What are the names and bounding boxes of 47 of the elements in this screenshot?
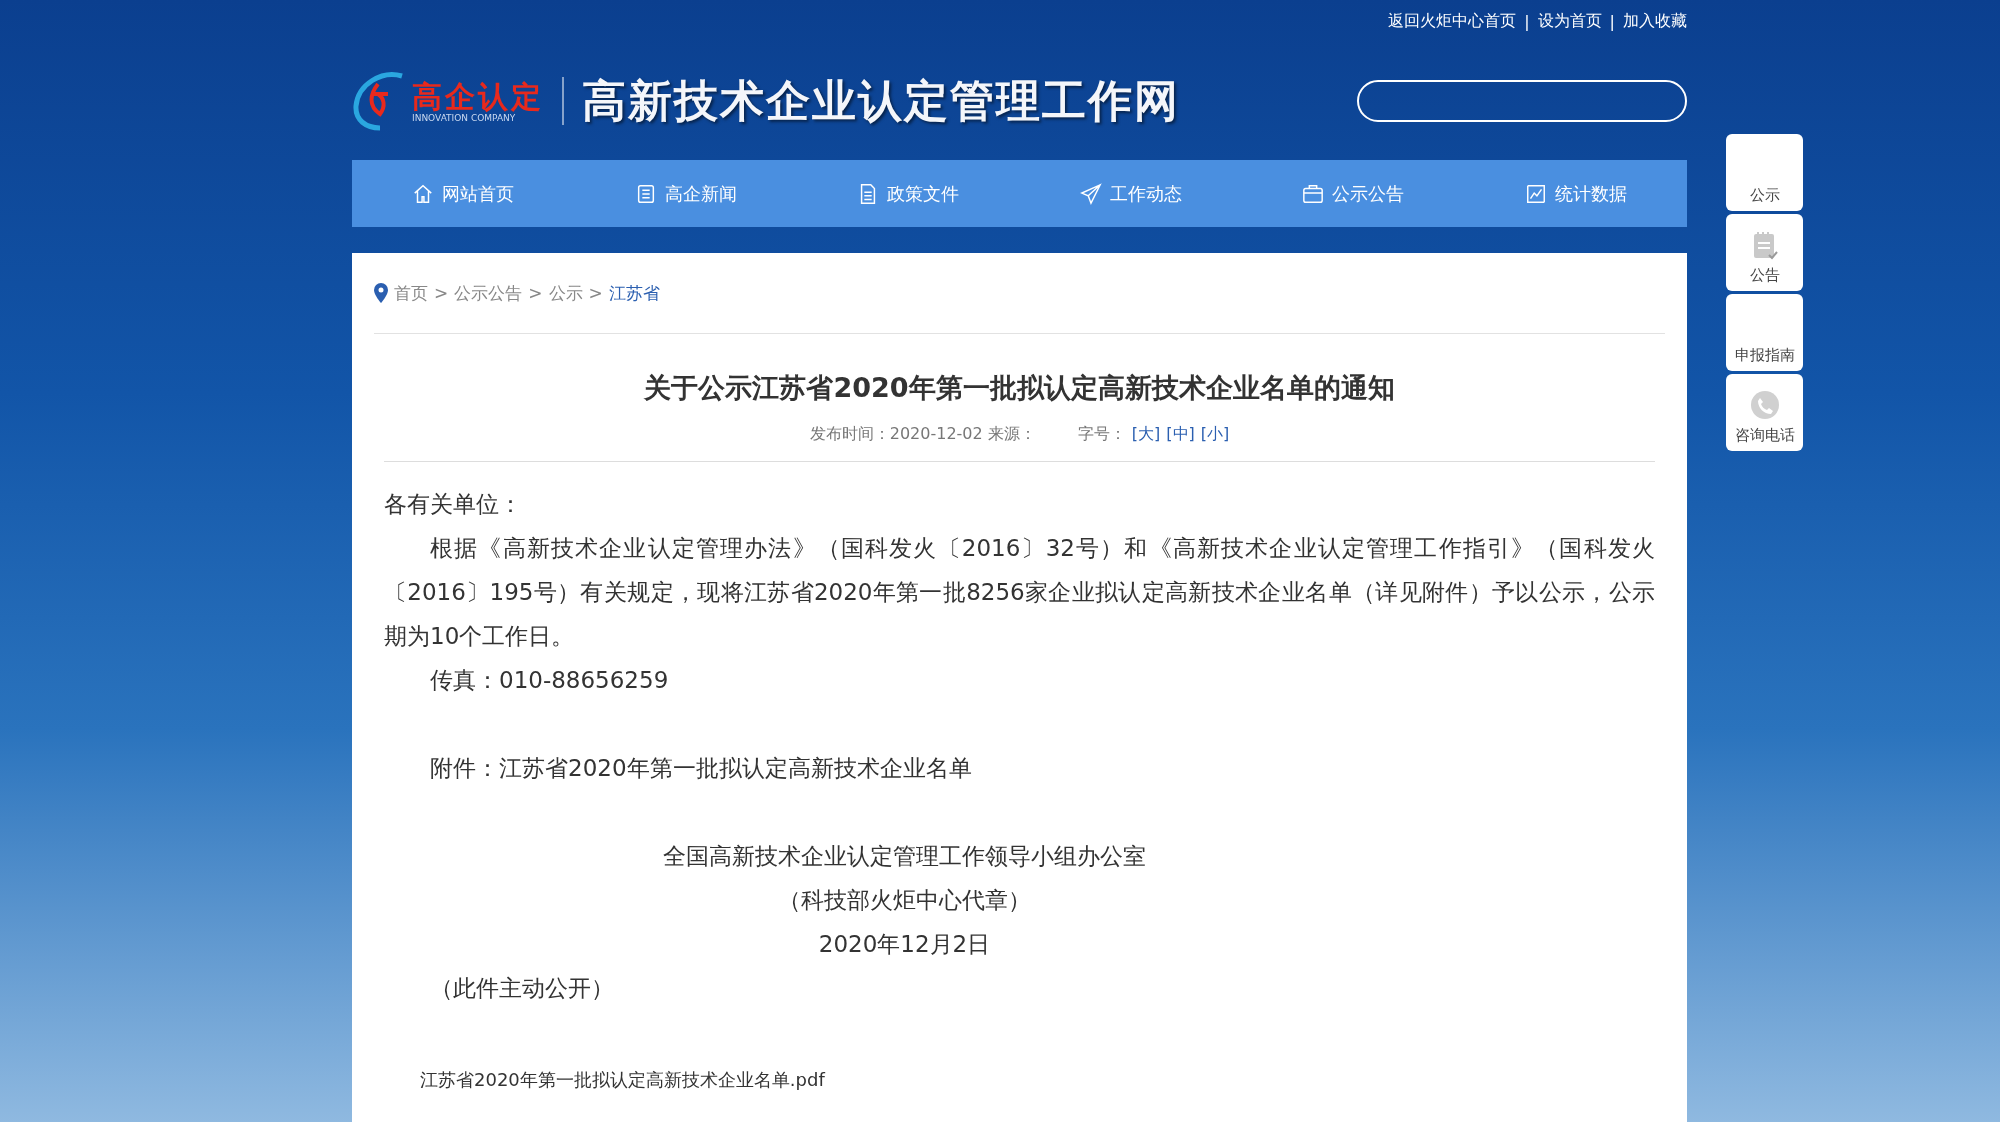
nav-item[interactable]: 高企新闻: [634, 181, 737, 206]
side-widget[interactable]: 公告: [1726, 214, 1803, 291]
chart-icon: [1524, 182, 1547, 205]
breadcrumb-link[interactable]: 江苏省: [608, 281, 660, 305]
top-link[interactable]: 设为首页: [1537, 10, 1602, 32]
article-paragraph: 全国高新技术企业认定管理工作领导小组办公室: [662, 842, 1147, 871]
separator: |: [1524, 11, 1530, 31]
location-pin-icon: [374, 283, 388, 303]
font-size-label: 字号：: [1077, 424, 1126, 445]
article-paragraph: 根据《高新技术企业认定管理办法》（国科发火〔2016〕32号）和《高新技术企业认定管理工作指引》（国科发火〔2016〕195号）有关规定，现将江苏省2020年第一批8256家企业拟认定高新技术企业名单（详见附件）予以公示，公示期为10个工作日。: [384, 534, 1655, 651]
top-link[interactable]: 返回火炬中心首页: [1388, 10, 1517, 32]
nav-item[interactable]: 公示公告: [1302, 181, 1405, 206]
paper-plane-icon: [1079, 182, 1102, 205]
logo-subtitle: INNOVATION COMPANY: [412, 112, 517, 123]
article-paragraph: 各有关单位：: [384, 490, 523, 519]
briefcase-icon: [1302, 182, 1325, 205]
side-widget[interactable]: 公示: [1726, 134, 1803, 211]
nav-item[interactable]: 统计数据: [1524, 181, 1627, 206]
attachment-link[interactable]: 江苏省2020年第一批拟认定高新技术企业名单.pdf: [420, 1068, 825, 1092]
article-paragraph: （科技部火炬中心代章）: [777, 886, 1032, 915]
font-size-link[interactable]: [小]: [1200, 424, 1230, 445]
search-field[interactable]: [1357, 80, 1687, 122]
top-link[interactable]: 加入收藏: [1623, 10, 1687, 32]
nav-item[interactable]: 工作动态: [1079, 181, 1182, 206]
breadcrumb-separator: >: [588, 283, 603, 303]
breadcrumb-link[interactable]: 首页: [394, 281, 428, 305]
side-widget[interactable]: 申报指南: [1726, 294, 1803, 371]
article-paragraph: 2020年12月2日: [817, 930, 992, 959]
breadcrumb-link[interactable]: 公示: [548, 281, 583, 305]
publish-info: 发布时间：2020-12-02 来源：: [809, 424, 1036, 445]
article-paragraph: （此件主动公开）: [429, 974, 615, 1003]
article-paragraph: 附件：江苏省2020年第一批拟认定高新技术企业名单: [429, 754, 973, 783]
font-size-link[interactable]: [中]: [1166, 424, 1195, 445]
breadcrumb-separator: >: [434, 283, 449, 303]
nav-item[interactable]: 政策文件: [857, 181, 960, 206]
breadcrumb-separator: >: [528, 283, 543, 303]
site-title: 高新技术企业认定管理工作网: [582, 73, 1180, 128]
logo-text: 高企认定: [412, 79, 544, 113]
font-size-link[interactable]: [大]: [1131, 424, 1161, 445]
phone-icon: [1749, 390, 1780, 420]
article-paragraph: 传真：010-88656259: [429, 666, 670, 695]
side-widget[interactable]: 咨询电话: [1726, 374, 1803, 451]
separator: |: [1609, 11, 1615, 31]
nav-item[interactable]: 网站首页: [412, 181, 515, 206]
breadcrumb-link[interactable]: 公示公告: [454, 281, 523, 305]
home-icon: [412, 182, 435, 205]
article-title: 关于公示江苏省2020年第一批拟认定高新技术企业名单的通知: [643, 371, 1396, 405]
